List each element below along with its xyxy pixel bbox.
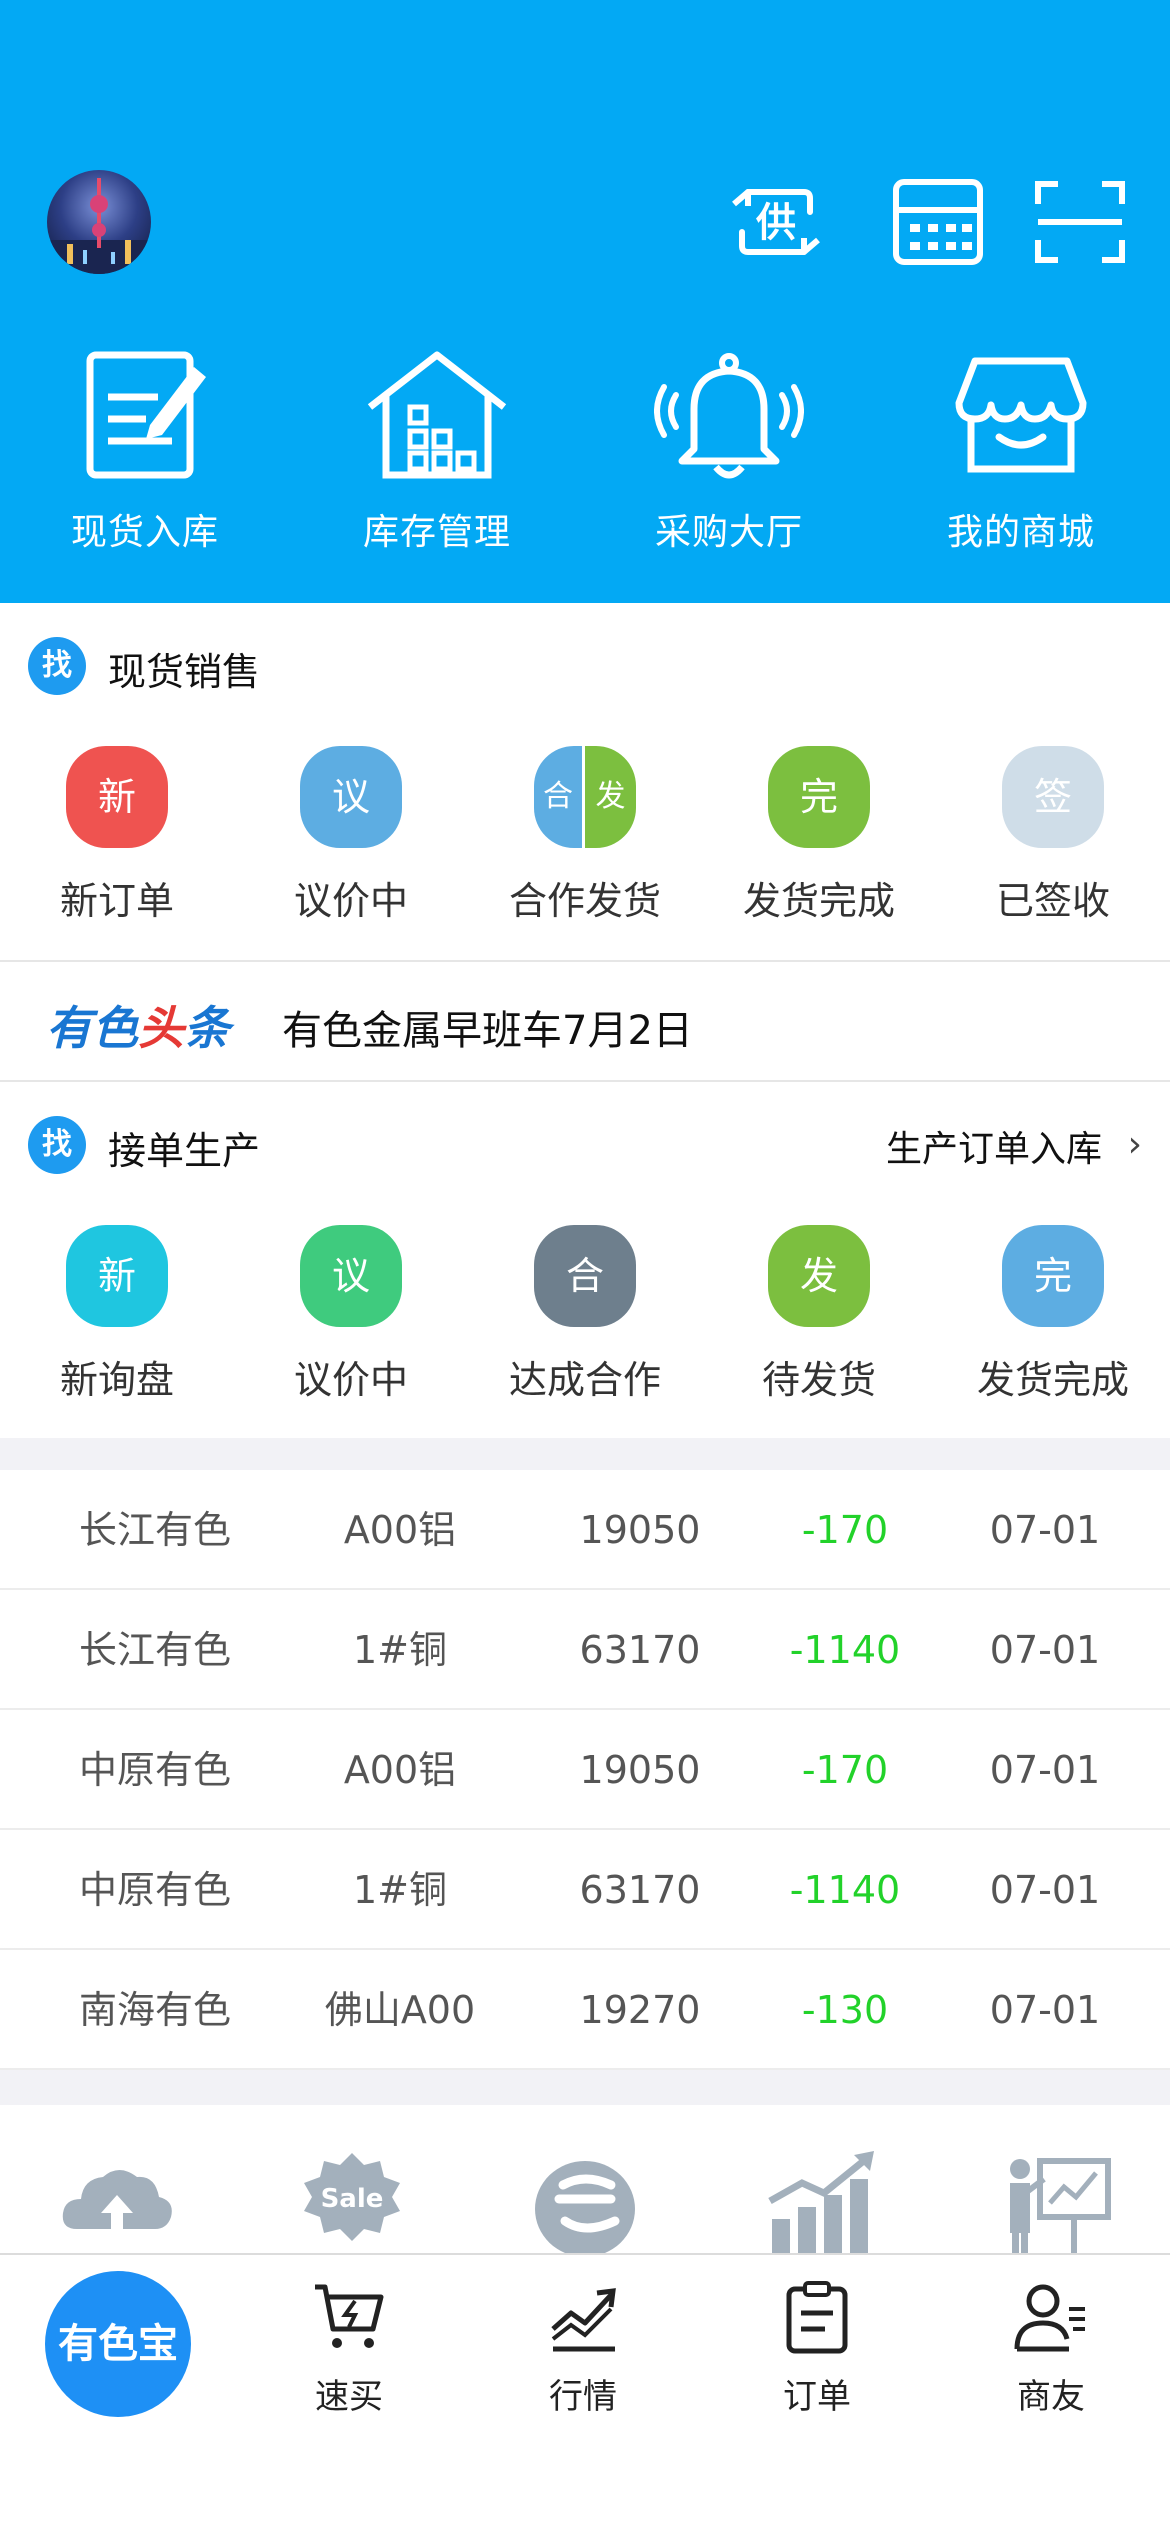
spot-sales-status-row: 新 新订单 议 议价中 合 发 合作发货 完 发货完成 签 已签收 (0, 746, 1170, 926)
table-row[interactable]: 长江有色 1#铜 63170 -1140 07-01 (0, 1590, 1170, 1710)
store-icon (901, 345, 1141, 485)
quick-action-my-store[interactable]: 我的商城 (901, 345, 1141, 555)
status-pending-shipment[interactable]: 发 待发货 (702, 1225, 936, 1404)
warehouse-icon (317, 345, 557, 485)
negotiate-badge-icon: 议 (300, 746, 402, 848)
status-label: 合作发货 (508, 879, 661, 923)
table-row[interactable]: 中原有色 A00铝 19050 -170 07-01 (0, 1710, 1170, 1830)
quick-buy-cart-icon (232, 2277, 466, 2357)
status-label: 达成合作 (508, 1358, 661, 1402)
clipboard-icon (700, 2277, 934, 2357)
section-title: 现货销售 (108, 650, 261, 694)
spot-sales-header: 找 现货销售 (0, 603, 1170, 723)
status-cooperative-shipping[interactable]: 合 发 合作发货 (468, 746, 702, 925)
section-title: 接单生产 (108, 1129, 261, 1173)
tab-label: 订单 (783, 2377, 851, 2417)
market-trend-icon (466, 2277, 700, 2357)
growth-chart-icon[interactable] (762, 2149, 882, 2253)
price-table: 长江有色 A00铝 19050 -170 07-01 长江有色 1#铜 6317… (0, 1470, 1170, 2070)
tab-label: 速买 (315, 2377, 383, 2417)
sale-label: Sale (321, 2184, 384, 2214)
find-badge-icon: 找 (28, 637, 86, 695)
avatar[interactable] (47, 170, 151, 274)
news-ticker[interactable]: 有色头条 有色金属早班车7月2日 (0, 962, 1170, 1080)
table-row[interactable]: 长江有色 A00铝 19050 -170 07-01 (0, 1470, 1170, 1590)
status-new-inquiry[interactable]: 新 新询盘 (0, 1225, 234, 1404)
signed-badge-icon: 签 (1002, 746, 1104, 848)
status-label: 发货完成 (976, 1358, 1129, 1402)
quick-action-label: 现货入库 (70, 512, 219, 553)
status-label: 新询盘 (59, 1358, 174, 1402)
e-logo-icon[interactable] (525, 2149, 645, 2253)
bell-icon (609, 345, 849, 485)
quick-action-stock-in[interactable]: 现货入库 (25, 345, 265, 555)
new-badge-icon: 新 (66, 746, 168, 848)
production-order-stock-in-link[interactable]: 生产订单入库 (886, 1120, 1102, 1172)
chevron-right-icon[interactable]: › (1128, 1124, 1142, 1165)
quick-action-inventory[interactable]: 库存管理 (317, 345, 557, 555)
complete-badge-icon: 完 (1002, 1225, 1104, 1327)
status-negotiating[interactable]: 议 议价中 (234, 1225, 468, 1404)
status-label: 发货完成 (742, 879, 895, 923)
section-gap (0, 1438, 1170, 1470)
tab-label: 商友 (1017, 2377, 1085, 2417)
bottom-tab-bar: 有色宝 速买 行情 订单 商友 (0, 2253, 1170, 2532)
news-brand-logo: 有色头条 (46, 1001, 230, 1055)
status-label: 议价中 (293, 879, 408, 923)
calculator-icon[interactable] (888, 172, 988, 272)
scan-icon[interactable] (1030, 172, 1130, 272)
status-shipped[interactable]: 完 发货完成 (936, 1225, 1170, 1404)
presentation-icon[interactable] (998, 2149, 1118, 2253)
cooperate-ship-badge-icon: 合 发 (534, 746, 636, 848)
home-tab-button[interactable]: 有色宝 (45, 2271, 191, 2417)
status-negotiating[interactable]: 议 议价中 (234, 746, 468, 925)
production-status-row: 新 新询盘 议 议价中 合 达成合作 发 待发货 完 发货完成 (0, 1225, 1170, 1405)
find-badge-icon: 找 (28, 1116, 86, 1174)
status-label: 已签收 (995, 879, 1110, 923)
status-shipped[interactable]: 完 发货完成 (702, 746, 936, 925)
production-header: 找 接单生产 生产订单入库 › (0, 1082, 1170, 1202)
tab-orders[interactable]: 订单 (700, 2277, 934, 2418)
tab-label: 行情 (549, 2377, 617, 2417)
tab-market[interactable]: 行情 (466, 2277, 700, 2418)
status-agreed[interactable]: 合 达成合作 (468, 1225, 702, 1404)
status-label: 新订单 (59, 879, 174, 923)
news-headline[interactable]: 有色金属早班车7月2日 (282, 998, 693, 1056)
status-new-order[interactable]: 新 新订单 (0, 746, 234, 925)
supply-swap-icon[interactable]: 供 (726, 172, 826, 272)
quick-action-purchase-hall[interactable]: 采购大厅 (609, 345, 849, 555)
sale-badge-icon[interactable]: Sale (292, 2149, 412, 2253)
status-label: 待发货 (761, 1358, 876, 1402)
section-gap (0, 2070, 1170, 2105)
cooperate-badge-icon: 合 (534, 1225, 636, 1327)
document-edit-icon (25, 345, 265, 485)
supply-swap-label: 供 (756, 200, 796, 246)
tab-quick-buy[interactable]: 速买 (232, 2277, 466, 2418)
status-label: 议价中 (293, 1358, 408, 1402)
negotiate-badge-icon: 议 (300, 1225, 402, 1327)
ship-badge-icon: 发 (768, 1225, 870, 1327)
services-row: Sale (0, 2105, 1170, 2253)
status-signed[interactable]: 签 已签收 (936, 746, 1170, 925)
new-badge-icon: 新 (66, 1225, 168, 1327)
contacts-icon (934, 2277, 1168, 2357)
quick-action-label: 库存管理 (362, 512, 511, 553)
quick-action-label: 我的商城 (946, 512, 1095, 553)
cloud-upload-icon[interactable] (57, 2149, 177, 2253)
complete-badge-icon: 完 (768, 746, 870, 848)
tab-contacts[interactable]: 商友 (934, 2277, 1168, 2418)
quick-action-label: 采购大厅 (654, 512, 803, 553)
table-row[interactable]: 中原有色 1#铜 63170 -1140 07-01 (0, 1830, 1170, 1950)
table-row[interactable]: 南海有色 佛山A00 19270 -130 07-01 (0, 1950, 1170, 2070)
header: 供 现货入库 库存管理 采购大厅 我的商城 (0, 0, 1170, 603)
